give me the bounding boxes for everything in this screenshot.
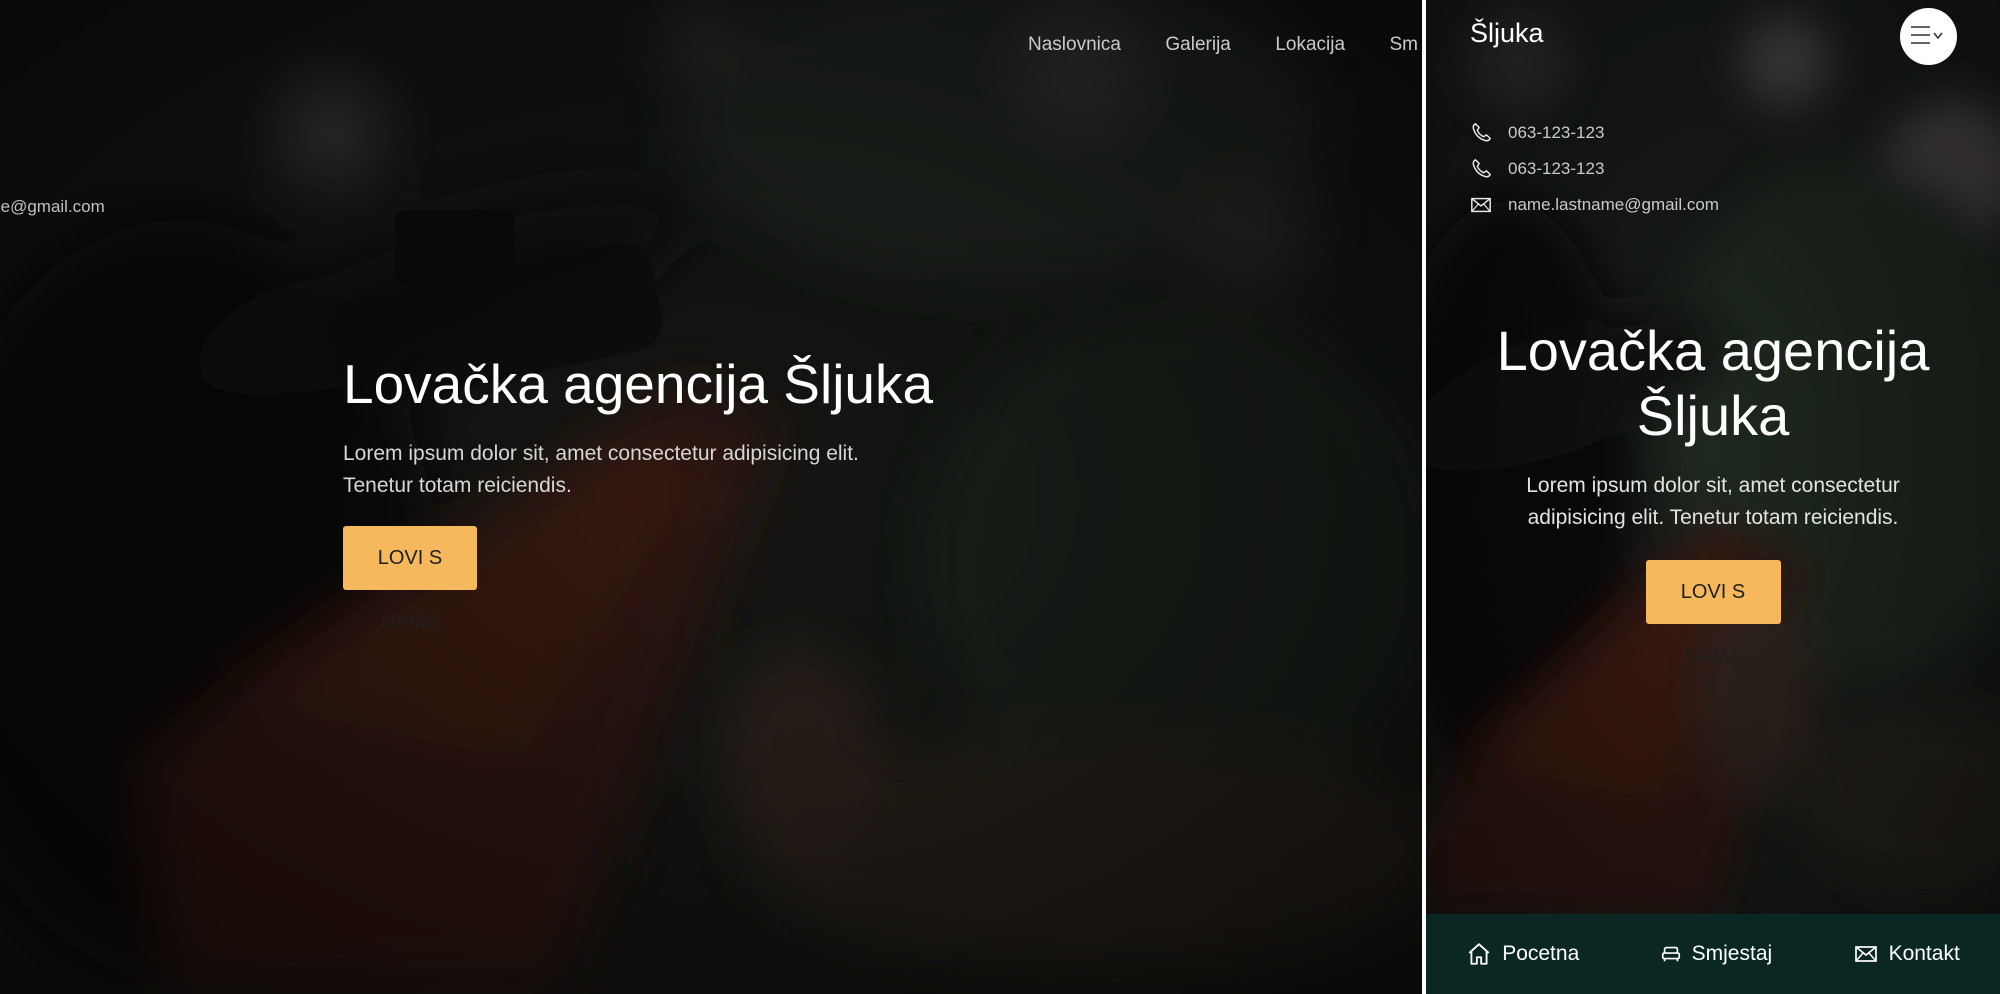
desktop-view: Naslovnica Galerija Lokacija Sm ame@gmai… (0, 0, 1422, 994)
mobile-hero-title: Lovačka agencija Šljuka (1496, 319, 1930, 447)
bed-icon (1661, 946, 1680, 962)
cta-button[interactable]: LOVI S NAMA (343, 526, 477, 633)
contact-email-text: name.lastname@gmail.com (1508, 195, 1719, 214)
nav-link-galerija[interactable]: Galerija (1165, 34, 1230, 55)
brand-logo-text[interactable]: Šljuka (1470, 18, 1544, 49)
hero-description: Lorem ipsum dolor sit, amet consectetur … (343, 442, 859, 497)
bottom-nav-smjestaj[interactable]: Smjestaj (1660, 942, 1773, 966)
phone-icon (1472, 123, 1491, 142)
mobile-hero-section: Lovačka agencija Šljuka Lorem ipsum dolo… (1426, 318, 2000, 667)
bottom-nav-kontakt-label: Kontakt (1888, 942, 1960, 965)
contact-phone-2[interactable]: 063-123-123 (1470, 151, 1719, 187)
mobile-cta-button[interactable]: LOVI S NAMA (1645, 560, 1781, 667)
home-icon (1468, 943, 1490, 965)
contact-phone-1-text: 063-123-123 (1508, 123, 1605, 142)
bottom-nav-pocetna[interactable]: Pocetna (1466, 941, 1579, 967)
contact-list: 063-123-123 063-123-123 name.lastname@gm… (1470, 115, 1719, 223)
nav-link-lokacija[interactable]: Lokacija (1275, 34, 1345, 55)
nav-link-smjestaj-partial[interactable]: Sm (1390, 34, 1419, 55)
nav-link-naslovnica[interactable]: Naslovnica (1028, 34, 1121, 55)
bottom-nav-kontakt[interactable]: Kontakt (1853, 942, 1960, 966)
bottom-nav-smjestaj-label: Smjestaj (1691, 942, 1773, 965)
menu-icon (1911, 26, 1943, 44)
bottom-nav-pocetna-label: Pocetna (1502, 942, 1580, 965)
hero-title: Lovačka agencija Šljuka (343, 353, 934, 415)
mail-icon (1471, 197, 1491, 213)
mobile-hero-description: Lorem ipsum dolor sit, amet consectetur … (1526, 474, 1900, 529)
menu-toggle-button[interactable] (1900, 8, 1957, 65)
contact-phone-1[interactable]: 063-123-123 (1470, 115, 1719, 151)
contact-email[interactable]: name.lastname@gmail.com (1470, 187, 1719, 223)
contact-email-partial[interactable]: ame@gmail.com (0, 197, 105, 217)
hero-section: Lovačka agencija Šljuka Lorem ipsum dolo… (343, 352, 963, 633)
mobile-view: Šljuka 063-123-123 063-123-123 name.last… (1426, 0, 2000, 994)
desktop-main-nav: Naslovnica Galerija Lokacija Sm (1028, 34, 1422, 56)
bottom-nav: Pocetna Smjestaj Kontakt (1426, 914, 2000, 994)
contact-phone-2-text: 063-123-123 (1508, 159, 1605, 178)
mail-icon (1854, 946, 1877, 962)
phone-icon (1472, 159, 1491, 178)
